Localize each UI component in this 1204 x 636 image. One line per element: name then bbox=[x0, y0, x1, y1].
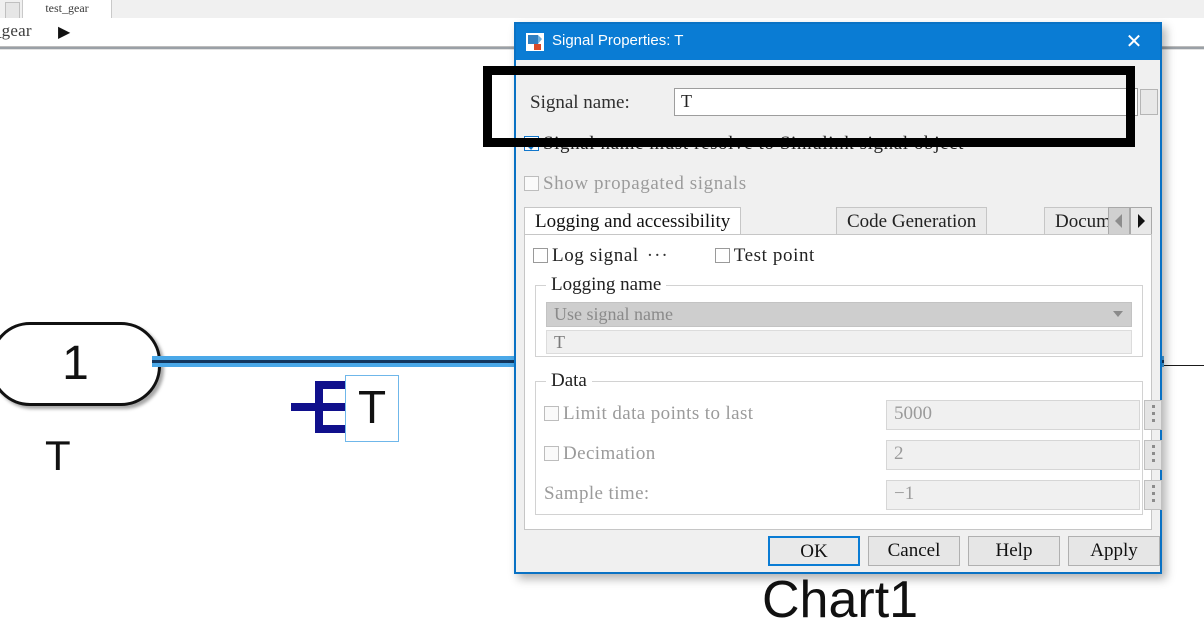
decimation-input[interactable]: 2 bbox=[886, 440, 1140, 470]
sample-time-label: Sample time: bbox=[544, 483, 650, 504]
show-propagated-signals-row: Show propagated signals bbox=[524, 173, 1144, 201]
log-signal-checkbox[interactable] bbox=[533, 248, 548, 263]
limit-data-points-spinner[interactable] bbox=[1144, 400, 1162, 430]
test-point-label: Test point bbox=[733, 245, 815, 266]
model-tab-test-gear[interactable]: test_gear bbox=[22, 0, 112, 19]
decimation-checkbox[interactable] bbox=[544, 446, 559, 461]
help-button[interactable]: Help bbox=[968, 536, 1060, 566]
data-group-title: Data bbox=[546, 370, 592, 392]
logging-name-group: Logging name Use signal name T bbox=[535, 274, 1143, 357]
limit-data-points-checkbox[interactable] bbox=[544, 406, 559, 421]
sample-time-input[interactable]: −1 bbox=[886, 480, 1140, 510]
logging-and-accessibility-panel: Log signal ··· Test point Logging name Us… bbox=[524, 234, 1162, 530]
test-point-checkbox[interactable] bbox=[714, 248, 730, 263]
apply-button[interactable]: Apply bbox=[1068, 536, 1160, 566]
data-group: Data Limit data points to last 5000 Deci… bbox=[535, 370, 1162, 515]
chevron-down-icon bbox=[1113, 311, 1123, 317]
limit-data-points-row: Limit data points to last 5000 bbox=[544, 400, 1162, 432]
log-signal-label: Log signal bbox=[552, 245, 639, 266]
cancel-button[interactable]: Cancel bbox=[868, 536, 960, 566]
signal-name-input[interactable]: T bbox=[674, 88, 1138, 116]
signal-label-box[interactable]: T bbox=[345, 375, 399, 442]
inport-block-1[interactable]: 1 bbox=[0, 322, 161, 406]
resolve-to-signal-object-checkbox[interactable] bbox=[524, 136, 539, 151]
logging-name-input[interactable]: T bbox=[546, 330, 1132, 354]
model-tab-strip: test_gear bbox=[0, 0, 1204, 19]
tab-logging-and-accessibility[interactable]: Logging and accessibility bbox=[524, 207, 742, 235]
chart-block-label: Chart1 bbox=[762, 571, 919, 629]
tab-scroll-right-icon[interactable] bbox=[1130, 207, 1152, 235]
decimation-row: Decimation 2 bbox=[544, 440, 1162, 472]
sample-time-row: Sample time: −1 bbox=[544, 480, 1162, 512]
tab-strip-square-icon bbox=[5, 2, 20, 19]
inport-block-label: T bbox=[45, 432, 71, 479]
logging-name-mode-select[interactable]: Use signal name bbox=[546, 302, 1132, 327]
signal-label-cursor-icon bbox=[291, 379, 346, 437]
signal-name-label: Signal name: bbox=[530, 92, 630, 113]
logging-name-group-title: Logging name bbox=[546, 274, 667, 296]
log-signal-options-button[interactable]: ··· bbox=[647, 245, 669, 266]
dialog-footer: OK Cancel Help Apply bbox=[516, 530, 1160, 572]
signal-label-text: T bbox=[357, 381, 387, 433]
decimation-spinner[interactable] bbox=[1144, 440, 1162, 470]
dialog-body: Signal name: T Signal name must resolve … bbox=[516, 60, 1162, 572]
breadcrumb-model-name[interactable]: t_gear bbox=[0, 21, 32, 41]
dialog-titlebar[interactable]: Signal Properties: T ✕ bbox=[516, 24, 1160, 60]
resolve-to-signal-object-row[interactable]: Signal name must resolve to Simulink sig… bbox=[524, 133, 1144, 161]
dialog-tab-bar: Logging and accessibility Code Generatio… bbox=[524, 207, 1152, 235]
decimation-label: Decimation bbox=[544, 443, 656, 465]
tab-code-generation[interactable]: Code Generation bbox=[836, 207, 988, 235]
show-propagated-signals-checkbox bbox=[524, 176, 539, 191]
limit-data-points-label: Limit data points to last bbox=[544, 403, 753, 425]
inport-block-number: 1 bbox=[62, 337, 89, 390]
log-signal-row: Log signal ··· Test point bbox=[533, 245, 1133, 273]
signal-name-row: Signal name: T bbox=[530, 88, 1158, 118]
ok-button[interactable]: OK bbox=[768, 536, 860, 566]
tab-scroll-left-icon[interactable] bbox=[1108, 207, 1130, 235]
signal-properties-dialog: Signal Properties: T ✕ Signal name: T Si… bbox=[514, 22, 1162, 574]
limit-data-points-input[interactable]: 5000 bbox=[886, 400, 1140, 430]
sample-time-spinner[interactable] bbox=[1144, 480, 1162, 510]
simulink-signal-icon bbox=[526, 33, 544, 51]
signal-name-browse-button[interactable] bbox=[1140, 89, 1158, 115]
close-icon[interactable]: ✕ bbox=[1122, 30, 1146, 54]
show-propagated-signals-label: Show propagated signals bbox=[543, 173, 747, 194]
decimation-text: Decimation bbox=[563, 443, 656, 464]
canvas-right-divider bbox=[1162, 365, 1204, 366]
breadcrumb-arrow-icon[interactable]: ▶ bbox=[58, 22, 70, 42]
dialog-title: Signal Properties: T bbox=[552, 32, 684, 49]
resolve-to-signal-object-label: Signal name must resolve to Simulink sig… bbox=[543, 133, 965, 154]
limit-data-points-text: Limit data points to last bbox=[563, 403, 754, 424]
